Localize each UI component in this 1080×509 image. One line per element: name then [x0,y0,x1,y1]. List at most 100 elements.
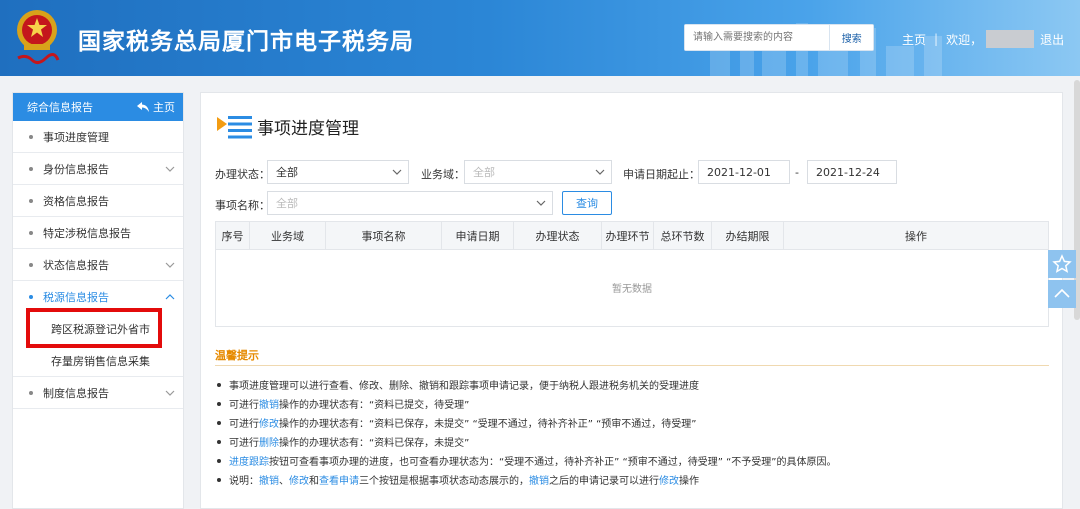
bullet-icon [217,439,221,444]
sidebar-home-button[interactable]: 主页 [137,99,175,115]
column-header: 业务域 [250,222,326,250]
column-header: 序号 [216,222,250,250]
sidebar-subitem-housing-sales[interactable]: 存量房销售信息采集 [13,345,183,377]
tip-text: 可进行 [229,438,259,449]
bullet-icon [217,401,221,406]
results-table: 序号 业务域 事项名称 申请日期 办理状态 办理环节 总环节数 办结期限 操作 … [215,221,1049,327]
column-header: 申请日期 [442,222,514,250]
sidebar-item-label: 特定涉税信息报告 [43,226,131,240]
chevron-down-icon [165,166,175,172]
tip-text: 按钮可查看事项办理的进度，也可查看办理状态为：“受理不通过，待补齐补正” “预审… [269,457,837,468]
bullet-icon [29,134,33,139]
sidebar-item-progress[interactable]: 事项进度管理 [13,121,183,153]
column-header: 总环节数 [654,222,712,250]
tips-divider [215,365,1049,366]
sidebar-item-qualification[interactable]: 资格信息报告 [13,185,183,217]
tip-item: 事项进度管理可以进行查看、修改、删除、撤销和跟踪事项申请记录，便于纳税人跟进税务… [217,375,836,394]
tip-keyword: 修改 [659,476,679,487]
tip-text: 操作的办理状态有：“资料已保存，未提交” “受理不通过，待补齐补正” “预审不通… [279,419,697,430]
sidebar-item-label: 身份信息报告 [43,162,109,176]
tip-text: 和 [309,476,319,487]
sidebar-item-label: 事项进度管理 [43,130,109,144]
top-links: 主页 | 欢迎， 退出 [902,30,1064,48]
tip-keyword: 删除 [259,438,279,449]
sidebar-item-identity[interactable]: 身份信息报告 [13,153,183,185]
sidebar-item-system[interactable]: 制度信息报告 [13,377,183,409]
bullet-icon [217,458,221,463]
sidebar: 综合信息报告 主页 事项进度管理 身份信息报告 资格信息报告 特定涉税信息报告 … [12,92,184,509]
back-to-top-button[interactable] [1048,280,1076,308]
tips-title: 温馨提示 [215,349,259,362]
bullet-icon [29,166,33,171]
tip-text: 可进行 [229,419,259,430]
tip-text: 说明： [229,476,259,487]
floating-toolbar [1048,250,1076,310]
sidebar-home-label: 主页 [153,101,175,114]
chevron-down-icon [536,200,546,206]
chevron-up-icon [165,294,175,300]
sidebar-title: 综合信息报告 [27,101,93,114]
chevron-down-icon [595,169,605,175]
tip-item: 进度跟踪 按钮可查看事项办理的进度，也可查看办理状态为：“受理不通过，待补齐补正”… [217,451,836,470]
tips-list: 事项进度管理可以进行查看、修改、删除、撤销和跟踪事项申请记录，便于纳税人跟进税务… [217,375,836,489]
sidebar-item-label: 资格信息报告 [43,194,109,208]
separator: | [934,32,939,46]
back-arrow-icon [137,102,149,112]
sidebar-item-label: 税源信息报告 [43,291,109,304]
bullet-icon [217,477,221,482]
domain-label: 业务域： [421,168,465,181]
status-select[interactable]: 全部 [267,160,409,184]
tip-keyword: 撤销 [259,400,279,411]
bullet-icon [217,382,221,387]
list-icon [217,116,252,139]
chevron-down-icon [392,169,402,175]
bullet-icon [29,230,33,235]
domain-select-placeholder: 全部 [473,166,495,179]
sidebar-subitem-label: 存量房销售信息采集 [51,354,150,368]
date-from-input[interactable]: 2021-12-01 [698,160,790,184]
tip-text: 操作的办理状态有：“资料已提交，待受理” [279,400,470,411]
home-link[interactable]: 主页 [902,31,926,48]
empty-state: 暂无数据 [612,284,652,295]
tip-text: 事项进度管理可以进行查看、修改、删除、撤销和跟踪事项申请记录，便于纳税人跟进税务… [229,381,699,392]
bullet-icon [29,262,33,267]
site-title: 国家税务总局厦门市电子税务局 [78,29,414,55]
tip-text: 可进行 [229,400,259,411]
tip-item: 可进行 修改 操作的办理状态有：“资料已保存，未提交” “受理不通过，待补齐补正” … [217,413,836,432]
sidebar-item-label: 状态信息报告 [43,258,109,272]
star-icon [1052,254,1072,273]
date-range-label: 申请日期起止： [623,168,700,181]
username-redacted [986,30,1035,48]
search-input[interactable] [685,25,830,50]
tip-text: 操作 [679,476,699,487]
tip-keyword: 撤销 [529,476,549,487]
tip-item: 可进行 删除 操作的办理状态有：“资料已保存，未提交” [217,432,836,451]
chevron-down-icon [165,262,175,268]
tip-keyword: 修改 [259,419,279,430]
search-button[interactable]: 搜索 [829,25,873,50]
item-name-select[interactable]: 全部 [267,191,553,215]
bullet-icon [29,295,33,299]
logout-link[interactable]: 退出 [1040,31,1064,48]
sidebar-item-status[interactable]: 状态信息报告 [13,249,183,281]
tip-text: 之后的申请记录可以进行 [549,476,659,487]
favorite-button[interactable] [1048,250,1076,278]
page-title: 事项进度管理 [257,118,359,139]
main-panel: 事项进度管理 办理状态： 全部 业务域： 全部 申请日期起止： 2021-12-… [200,92,1063,509]
sidebar-item-specific-tax[interactable]: 特定涉税信息报告 [13,217,183,249]
header-bar: 国家税务总局厦门市电子税务局 搜索 主页 | 欢迎， 退出 [0,0,1080,76]
column-header: 办结期限 [712,222,784,250]
sidebar-item-label: 制度信息报告 [43,386,109,400]
page-header: 事项进度管理 [217,111,359,141]
sidebar-header: 综合信息报告 主页 [13,93,183,121]
status-select-value: 全部 [276,166,298,179]
date-to-input[interactable]: 2021-12-24 [807,160,897,184]
query-button[interactable]: 查询 [562,191,612,215]
column-header: 办理状态 [514,222,602,250]
tip-keyword: 进度跟踪 [229,457,269,468]
tip-keyword: 撤销 [259,476,279,487]
tip-keyword: 修改 [289,476,309,487]
column-header: 操作 [905,230,927,243]
domain-select[interactable]: 全部 [464,160,612,184]
table-header: 序号 业务域 事项名称 申请日期 办理状态 办理环节 总环节数 办结期限 操作 [216,222,1048,250]
